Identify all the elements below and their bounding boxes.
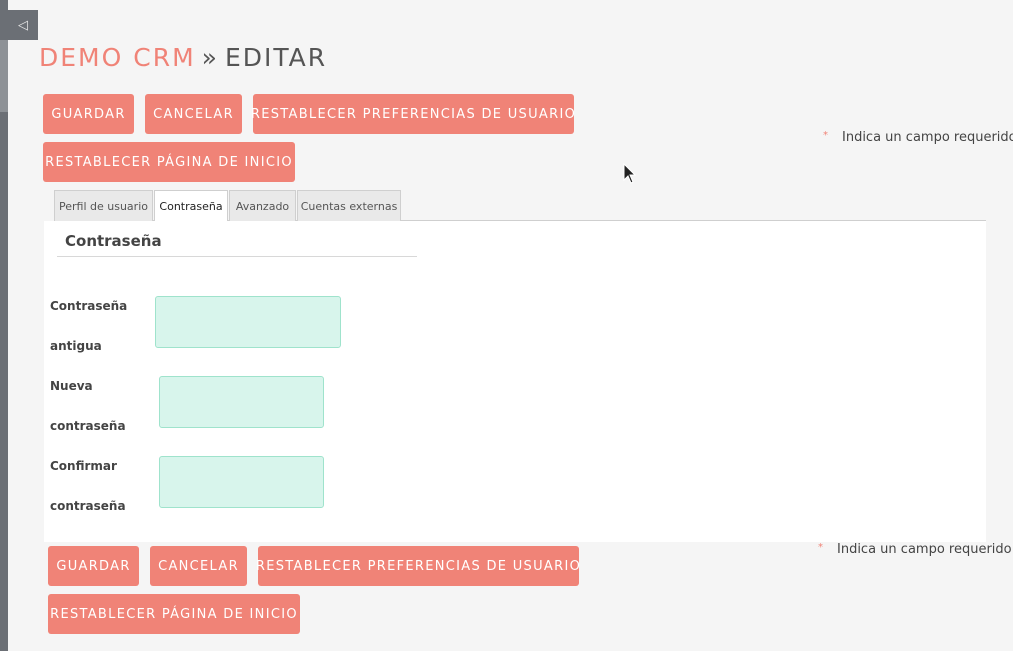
new-password-label: Nueva contraseña [50,366,140,446]
confirm-password-input[interactable] [159,456,324,508]
tab-perfil-de-usuario[interactable]: Perfil de usuario [54,190,153,221]
confirm-password-label-line2: contraseña [50,499,126,513]
password-panel: Contraseña Contraseña antigua Nueva cont… [44,221,986,542]
new-password-label-line1: Nueva [50,379,93,393]
required-note-text: Indica un campo requerido [837,542,1012,557]
reset-homepage-button-bottom[interactable]: RESTABLECER PÁGINA DE INICIO [48,594,300,634]
module-name[interactable]: DEMO CRM [39,43,196,72]
tab-cuentas-externas[interactable]: Cuentas externas [297,190,401,221]
old-password-label-line1: Contraseña [50,299,128,313]
breadcrumb-separator: » [201,43,219,72]
sidebar-collapse-icon[interactable]: ◁ [8,10,38,40]
panel-divider [57,256,417,257]
new-password-label-line2: contraseña [50,419,126,433]
new-password-input[interactable] [159,376,324,428]
confirm-password-label-line1: Confirmar [50,459,117,473]
confirm-password-label: Confirmar contraseña [50,446,140,526]
action-name: EDITAR [224,43,328,72]
required-note-top: * Indica un campo requerido [823,130,1013,145]
cancel-button-bottom[interactable]: CANCELAR [150,546,247,586]
required-note-text: Indica un campo requerido [842,130,1013,145]
tab-contrasena[interactable]: Contraseña [154,190,228,222]
required-note-bottom: * Indica un campo requerido [818,542,1012,557]
left-rail [0,0,8,651]
old-password-input[interactable] [155,296,341,348]
old-password-label-line2: antigua [50,339,102,353]
tab-avanzado[interactable]: Avanzado [229,190,296,221]
page-title: DEMO CRM» EDITAR [39,43,327,72]
panel-title: Contraseña [65,232,162,250]
reset-preferences-button-bottom[interactable]: RESTABLECER PREFERENCIAS DE USUARIO [256,546,580,586]
mouse-cursor-icon [623,163,637,184]
save-button-bottom[interactable]: GUARDAR [48,546,139,586]
cancel-button-top[interactable]: CANCELAR [145,94,242,134]
save-button-top[interactable]: GUARDAR [43,94,134,134]
left-rail-highlight [0,40,8,112]
required-star-icon: * [823,130,828,141]
reset-homepage-button-top[interactable]: RESTABLECER PÁGINA DE INICIO [43,142,295,182]
required-star-icon: * [818,542,823,553]
reset-preferences-button-top[interactable]: RESTABLECER PREFERENCIAS DE USUARIO [251,94,575,134]
old-password-label: Contraseña antigua [50,286,140,366]
